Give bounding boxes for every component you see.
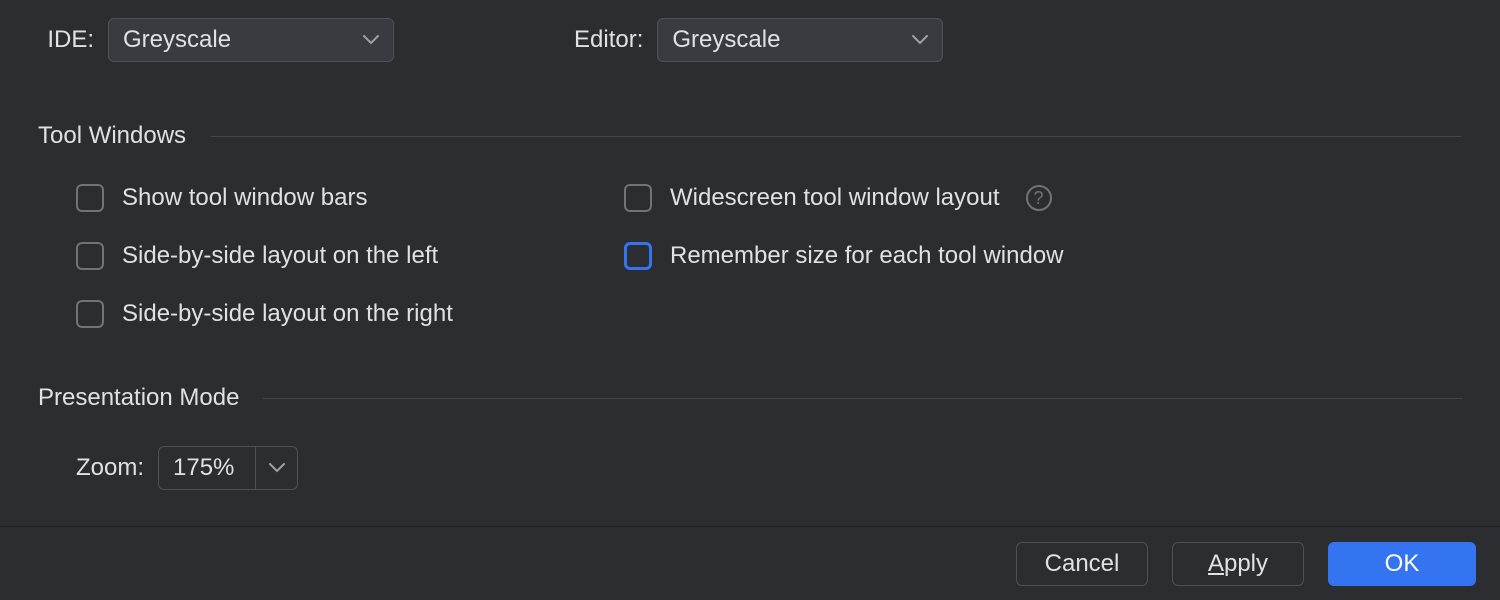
zoom-value: 175%: [159, 448, 255, 488]
side-by-side-left-checkbox[interactable]: [76, 242, 104, 270]
remember-size-label: Remember size for each tool window: [670, 242, 1064, 270]
widescreen-checkbox[interactable]: [624, 184, 652, 212]
cancel-button[interactable]: Cancel: [1016, 542, 1148, 586]
cancel-button-label: Cancel: [1045, 550, 1120, 578]
side-by-side-right-label: Side-by-side layout on the right: [122, 300, 453, 328]
chevron-down-icon: [912, 35, 928, 45]
tool-windows-section: Tool Windows Show tool window bars Side-…: [38, 122, 1462, 328]
presentation-mode-title: Presentation Mode: [38, 384, 239, 412]
help-icon[interactable]: ?: [1026, 185, 1052, 211]
ok-button[interactable]: OK: [1328, 542, 1476, 586]
presentation-mode-section: Presentation Mode Zoom: 175%: [38, 384, 1462, 490]
widescreen-label: Widescreen tool window layout: [670, 184, 1000, 212]
chevron-down-icon: [363, 35, 379, 45]
ide-label: IDE:: [38, 26, 94, 54]
zoom-label: Zoom:: [76, 454, 144, 482]
editor-dropdown[interactable]: Greyscale: [657, 18, 943, 62]
zoom-chevron-button[interactable]: [255, 447, 297, 489]
show-tool-window-bars-label: Show tool window bars: [122, 184, 367, 212]
tool-windows-title: Tool Windows: [38, 122, 186, 150]
chevron-down-icon: [269, 463, 285, 473]
editor-label: Editor:: [574, 26, 643, 54]
show-tool-window-bars-checkbox[interactable]: [76, 184, 104, 212]
remember-size-checkbox[interactable]: [624, 242, 652, 270]
dialog-footer: Cancel Apply OK: [0, 526, 1500, 600]
apply-button-label: Apply: [1208, 550, 1268, 578]
ide-dropdown-value: Greyscale: [123, 26, 231, 54]
ok-button-label: OK: [1385, 550, 1420, 578]
editor-dropdown-value: Greyscale: [672, 26, 780, 54]
ide-dropdown[interactable]: Greyscale: [108, 18, 394, 62]
apply-button[interactable]: Apply: [1172, 542, 1304, 586]
side-by-side-left-label: Side-by-side layout on the left: [122, 242, 438, 270]
section-divider: [263, 398, 1462, 399]
section-divider: [210, 136, 1462, 137]
side-by-side-right-checkbox[interactable]: [76, 300, 104, 328]
zoom-input[interactable]: 175%: [158, 446, 298, 490]
